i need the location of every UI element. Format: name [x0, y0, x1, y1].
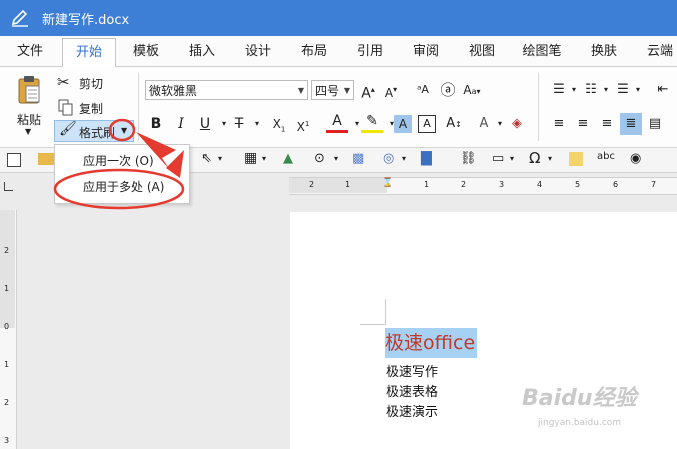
- annotation-circle: [108, 118, 136, 142]
- annotation-overlay: [53, 118, 185, 210]
- annotation-arrowhead: [166, 150, 184, 178]
- annotation-ellipse: [53, 168, 185, 210]
